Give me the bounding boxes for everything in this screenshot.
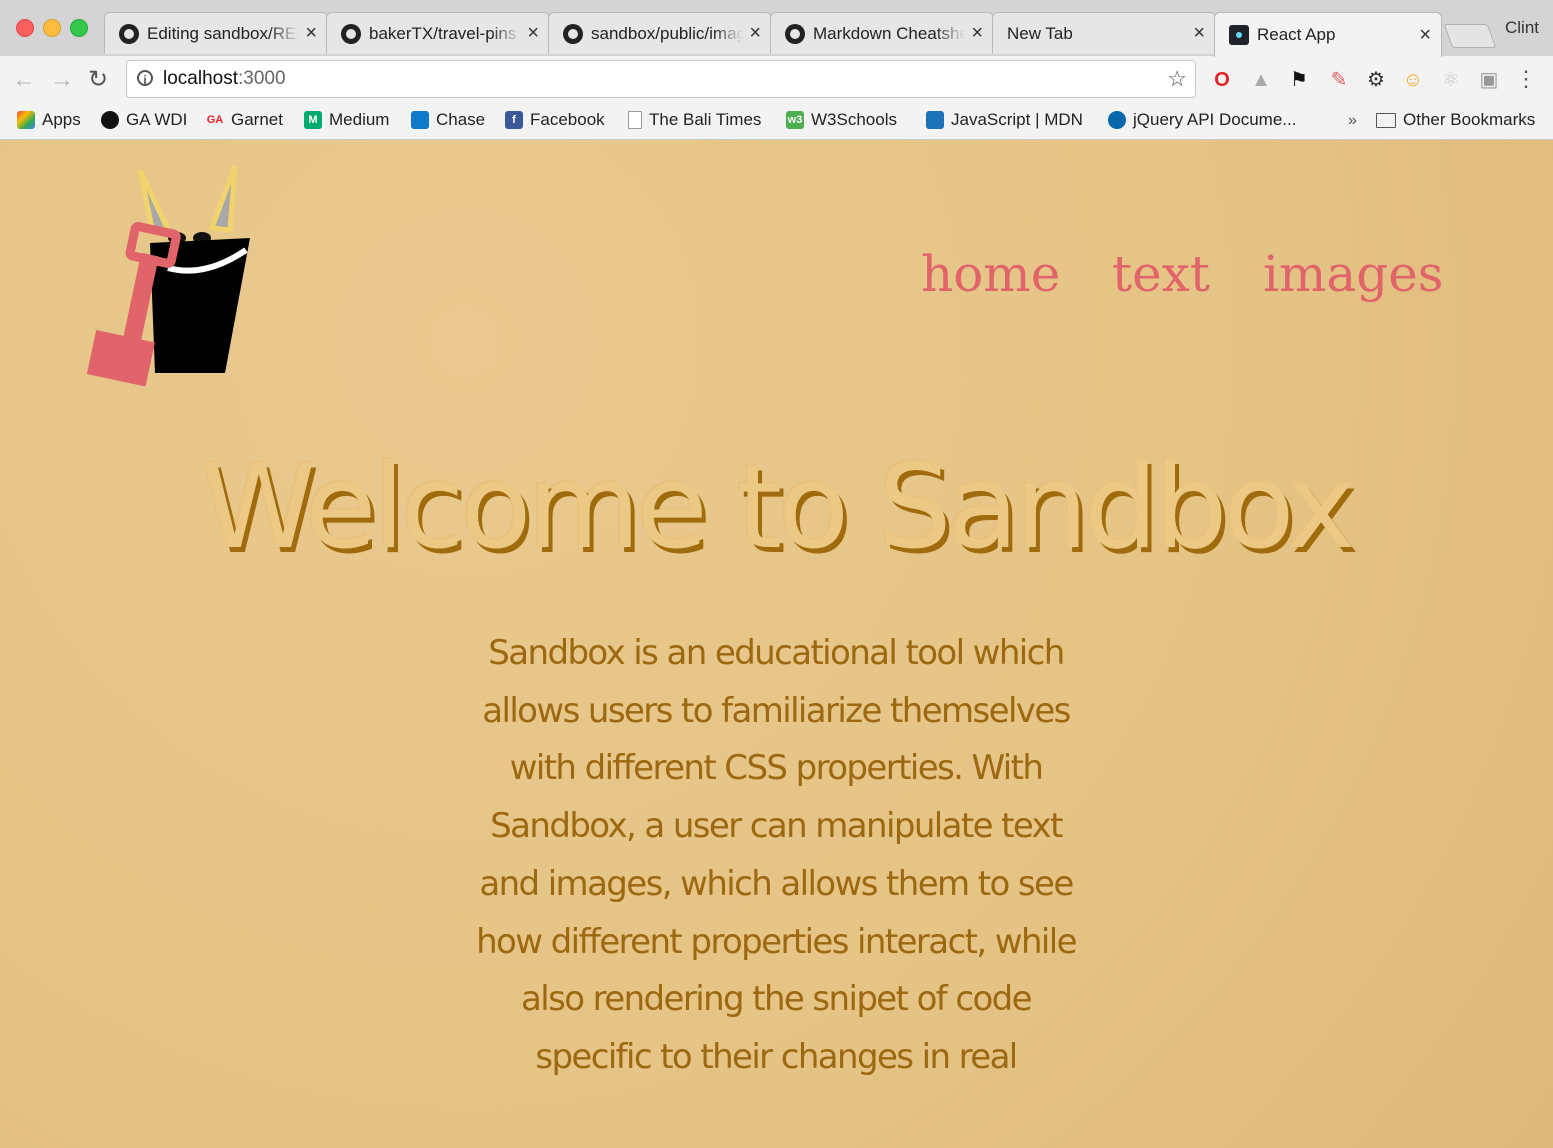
- bookmark-bali-times[interactable]: The Bali Times: [628, 110, 761, 130]
- close-icon[interactable]: ×: [1193, 22, 1205, 45]
- bookmark-ga-wdi[interactable]: GA WDI: [101, 110, 187, 130]
- tab-new-tab[interactable]: New Tab ×: [992, 12, 1216, 54]
- tab-title: sandbox/public/images: [591, 23, 744, 43]
- nav-images-link[interactable]: images: [1263, 245, 1443, 303]
- page-icon: [628, 111, 642, 129]
- window-icon[interactable]: ▣: [1477, 68, 1501, 92]
- tab-title: Editing sandbox/README: [147, 23, 299, 43]
- bookmarks-bar: Apps GA WDI GA Garnet M Medium Chase f F…: [0, 104, 1553, 140]
- back-arrow-icon[interactable]: ←: [12, 66, 36, 94]
- bookmark-w3schools[interactable]: w3 W3Schools: [786, 110, 897, 130]
- more-bookmarks-chevron-icon[interactable]: »: [1348, 112, 1357, 130]
- tab-markdown-cheatsheet[interactable]: Markdown Cheatsheet ×: [770, 12, 994, 54]
- page-title: Welcome to Sandbox: [201, 440, 1355, 575]
- tab-strip: Editing sandbox/README × bakerTX/travel-…: [0, 0, 1553, 57]
- bookmark-label: Garnet: [231, 110, 283, 129]
- github-icon: [101, 111, 119, 129]
- github-icon: [785, 23, 805, 44]
- zoom-window-button[interactable]: [70, 19, 88, 37]
- intro-paragraph: Sandbox is an educational tool which all…: [476, 633, 1077, 1077]
- tab-sandbox-public[interactable]: sandbox/public/images ×: [548, 12, 772, 54]
- url-text: localhost:3000: [163, 68, 286, 90]
- bookmark-chase[interactable]: Chase: [411, 110, 485, 130]
- drive-icon[interactable]: ▲: [1249, 68, 1273, 92]
- url-port: :3000: [238, 68, 286, 89]
- apps-grid-icon: [17, 111, 35, 129]
- tab-travel-pins[interactable]: bakerTX/travel-pins ×: [326, 12, 550, 54]
- sandbox-bucket-logo[interactable]: [80, 158, 260, 388]
- forward-arrow-icon[interactable]: →: [50, 66, 74, 94]
- gear-icon[interactable]: ⚙: [1364, 68, 1388, 92]
- emoji-icon[interactable]: ☺: [1401, 68, 1425, 92]
- bookmark-apps[interactable]: Apps: [17, 110, 81, 130]
- tab-title: New Tab: [1007, 23, 1073, 43]
- mdn-icon: [926, 111, 944, 129]
- page-content: home text images Welcome to Sandbox Sand…: [0, 140, 1553, 1148]
- bookmark-mdn[interactable]: JavaScript | MDN: [926, 110, 1083, 130]
- tab-editing-sandbox[interactable]: Editing sandbox/README ×: [104, 12, 328, 54]
- bookmark-facebook[interactable]: f Facebook: [505, 110, 605, 130]
- menu-icon[interactable]: ⋮: [1515, 66, 1537, 92]
- address-bar[interactable]: i localhost:3000 ☆: [126, 60, 1196, 98]
- bookmark-label: JavaScript | MDN: [951, 110, 1083, 129]
- bookmark-label: Apps: [42, 110, 81, 129]
- eyedropper-icon[interactable]: ✎: [1327, 68, 1351, 92]
- minimize-window-button[interactable]: [43, 19, 61, 37]
- react-icon: [1229, 25, 1249, 45]
- close-icon[interactable]: ×: [1419, 24, 1431, 47]
- bookmark-label: W3Schools: [811, 110, 897, 129]
- close-icon[interactable]: ×: [527, 22, 539, 45]
- bookmark-star-icon[interactable]: ☆: [1167, 66, 1187, 92]
- bookmark-label: Medium: [329, 110, 390, 129]
- bookmark-label: Chase: [436, 110, 486, 129]
- bookmark-label: The Bali Times: [649, 110, 762, 129]
- profile-button[interactable]: Clint: [1505, 18, 1539, 38]
- reload-icon[interactable]: ↻: [88, 66, 108, 94]
- bookmark-garnet[interactable]: GA Garnet: [206, 110, 283, 130]
- bookmark-jquery[interactable]: jQuery API Docume...: [1108, 110, 1296, 130]
- url-host: localhost: [163, 68, 238, 89]
- opera-icon[interactable]: O: [1210, 68, 1234, 92]
- toolbar: ← → ↻ i localhost:3000 ☆ O ▲ ⚑ ✎ ⚙ ☺ ⚛ ▣…: [0, 56, 1553, 104]
- ga-icon: GA: [206, 114, 224, 126]
- close-window-button[interactable]: [16, 19, 34, 37]
- bookmark-other-bookmarks[interactable]: Other Bookmarks: [1376, 110, 1535, 130]
- bookmark-label: jQuery API Docume...: [1133, 110, 1297, 129]
- github-icon: [341, 23, 361, 44]
- jquery-icon: [1108, 111, 1126, 129]
- bookmark-label: Facebook: [530, 110, 605, 129]
- folder-icon: [1376, 112, 1396, 128]
- bookmark-label: Other Bookmarks: [1403, 110, 1536, 129]
- nav-text-link[interactable]: text: [1112, 245, 1210, 303]
- nav-home-link[interactable]: home: [921, 245, 1060, 303]
- tab-title: Markdown Cheatsheet: [813, 23, 966, 43]
- close-icon[interactable]: ×: [305, 22, 317, 45]
- tab-react-app[interactable]: React App ×: [1214, 12, 1442, 57]
- browser-chrome: Editing sandbox/README × bakerTX/travel-…: [0, 0, 1553, 140]
- tab-title: bakerTX/travel-pins: [369, 23, 517, 43]
- new-tab-button[interactable]: [1443, 24, 1497, 48]
- w3schools-icon: w3: [786, 111, 804, 129]
- info-icon[interactable]: i: [137, 70, 153, 87]
- react-devtools-icon[interactable]: ⚛: [1439, 68, 1463, 92]
- close-icon[interactable]: ×: [971, 22, 983, 45]
- github-icon: [119, 23, 139, 44]
- extension-icon[interactable]: ⚑: [1287, 68, 1311, 92]
- medium-icon: M: [304, 111, 322, 129]
- bookmark-medium[interactable]: M Medium: [304, 110, 389, 130]
- close-icon[interactable]: ×: [749, 22, 761, 45]
- bookmark-label: GA WDI: [126, 110, 188, 129]
- github-icon: [563, 23, 583, 44]
- tab-title: React App: [1257, 25, 1336, 44]
- facebook-icon: f: [505, 111, 523, 129]
- chase-icon: [411, 111, 429, 129]
